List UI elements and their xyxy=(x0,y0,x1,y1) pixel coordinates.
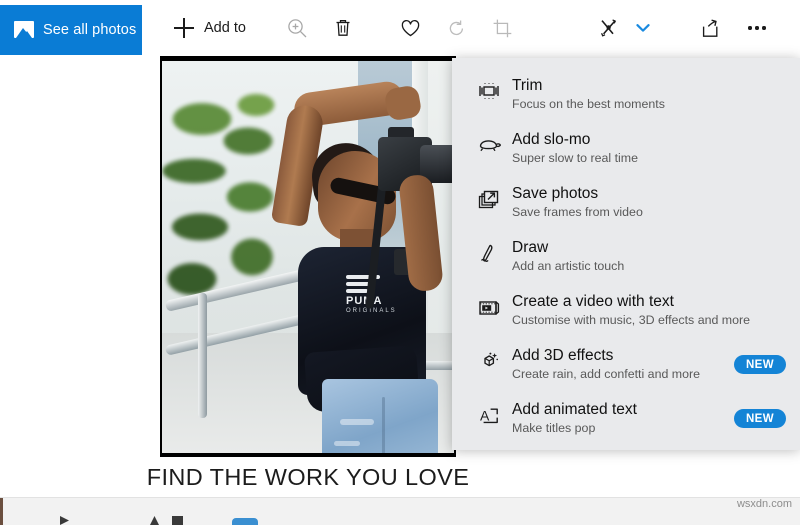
menu-item-trim-title: Trim xyxy=(512,77,543,94)
delete-button[interactable] xyxy=(320,8,366,48)
menu-item-create-video-with-text-subtitle: Customise with music, 3D effects and mor… xyxy=(512,313,751,327)
menu-item-add-animated-text-text: Add animated text Make titles pop xyxy=(508,400,726,437)
photo-railing-post xyxy=(198,293,207,418)
menu-item-create-video-with-text-title: Create a video with text xyxy=(512,293,674,310)
more-options-button[interactable] xyxy=(734,8,780,48)
rotate-button[interactable] xyxy=(434,8,480,48)
edit-create-icon xyxy=(600,19,616,37)
more-dot-2 xyxy=(755,26,759,30)
menu-item-trim-subtitle: Focus on the best moments xyxy=(512,97,665,111)
see-all-photos-label: See all photos xyxy=(43,21,137,38)
picture-icon xyxy=(14,21,34,38)
command-bar: See all photos Add to xyxy=(0,0,800,56)
taskbar-icon-4[interactable] xyxy=(232,518,258,525)
menu-item-add-3d-effects[interactable]: Add 3D effects Create rain, add confetti… xyxy=(452,338,800,392)
plus-icon xyxy=(174,18,194,38)
shirt-logo-word: PUMA xyxy=(346,295,383,307)
rotate-icon xyxy=(450,20,464,35)
pen-icon xyxy=(470,238,508,265)
menu-item-draw-text: Draw Add an artistic touch xyxy=(508,238,786,275)
menu-item-add-slo-mo-subtitle: Super slow to real time xyxy=(512,151,639,165)
crop-button[interactable] xyxy=(480,8,526,48)
menu-item-add-slo-mo[interactable]: Add slo-mo Super slow to real time xyxy=(452,122,800,176)
menu-item-add-animated-text-subtitle: Make titles pop xyxy=(512,421,596,435)
taskbar-icon-3[interactable] xyxy=(172,516,183,525)
share-button[interactable] xyxy=(688,8,734,48)
menu-item-add-animated-text[interactable]: A Add animated text Make titles pop NEW xyxy=(452,392,800,446)
subject-shorts xyxy=(322,379,438,453)
menu-item-save-photos[interactable]: Save photos Save frames from video xyxy=(452,176,800,230)
edit-create-menu: Trim Focus on the best moments Add slo-m… xyxy=(452,58,800,450)
menu-item-save-photos-text: Save photos Save frames from video xyxy=(508,184,786,221)
taskbar-edge xyxy=(0,498,3,525)
watermark: wsxdn.com xyxy=(736,498,792,510)
menu-item-add-slo-mo-text: Add slo-mo Super slow to real time xyxy=(508,130,786,167)
more-dot-3 xyxy=(762,26,766,30)
crop-icon xyxy=(494,19,512,37)
menu-item-add-slo-mo-title: Add slo-mo xyxy=(512,131,591,148)
chevron-down-icon xyxy=(636,24,650,32)
menu-item-draw-subtitle: Add an artistic touch xyxy=(512,259,625,273)
cube-sparkle-icon xyxy=(470,346,508,373)
svg-text:A: A xyxy=(480,408,490,424)
shorts-detail-1 xyxy=(340,419,374,425)
trim-icon xyxy=(470,76,508,101)
zoom-icon xyxy=(288,19,307,38)
favourite-button[interactable] xyxy=(388,8,434,48)
menu-item-trim-text: Trim Focus on the best moments xyxy=(508,76,786,113)
see-all-photos-button[interactable]: See all photos xyxy=(0,4,142,55)
menu-item-draw[interactable]: Draw Add an artistic touch xyxy=(452,230,800,284)
photo-image[interactable]: PUMA ORIGINALS xyxy=(162,61,454,453)
menu-item-add-3d-effects-title: Add 3D effects xyxy=(512,347,614,364)
share-icon xyxy=(703,19,718,37)
heart-icon xyxy=(402,19,420,36)
subject-hand xyxy=(383,84,423,122)
zoom-button[interactable] xyxy=(274,8,320,48)
menu-item-add-3d-effects-subtitle: Create rain, add confetti and more xyxy=(512,367,701,381)
menu-item-save-photos-subtitle: Save frames from video xyxy=(512,205,643,219)
menu-item-create-video-with-text[interactable]: Create a video with text Customise with … xyxy=(452,284,800,338)
taskbar-icon-1[interactable] xyxy=(60,516,69,525)
photo-caption-text: FIND THE WORK YOU LOVE xyxy=(146,463,470,490)
edit-create-button[interactable] xyxy=(586,8,632,48)
edit-create-menu-list: Trim Focus on the best moments Add slo-m… xyxy=(452,58,800,446)
edit-create-dropdown-button[interactable] xyxy=(632,8,654,48)
menu-item-trim[interactable]: Trim Focus on the best moments xyxy=(452,68,800,122)
logo-stripe-3 xyxy=(346,289,368,293)
menu-item-create-video-with-text-text: Create a video with text Customise with … xyxy=(508,292,786,329)
menu-item-save-photos-title: Save photos xyxy=(512,185,599,202)
menu-item-add-animated-text-title: Add animated text xyxy=(512,401,637,418)
shorts-detail-2 xyxy=(334,441,360,446)
menu-item-draw-title: Draw xyxy=(512,239,549,256)
menu-item-add-3d-effects-badge: NEW xyxy=(733,355,786,374)
save-photos-icon xyxy=(470,184,508,211)
add-to-label: Add to xyxy=(204,20,246,36)
add-to-button[interactable]: Add to xyxy=(168,8,252,48)
photo-caption: FIND THE WORK YOU LOVE xyxy=(147,457,469,497)
shorts-detail-3 xyxy=(382,397,385,453)
video-text-icon xyxy=(470,292,508,319)
shirt-logo-sub: ORIGINALS xyxy=(346,308,397,314)
photo-subject: PUMA ORIGINALS xyxy=(254,79,454,453)
taskbar-icon-2[interactable] xyxy=(150,516,159,525)
photos-app-window: See all photos Add to PUMA ORIGINALS FIN… xyxy=(0,0,800,525)
turtle-icon xyxy=(470,130,508,153)
more-dot-1 xyxy=(748,26,752,30)
bottom-taskbar xyxy=(0,497,800,525)
menu-item-add-3d-effects-text: Add 3D effects Create rain, add confetti… xyxy=(508,346,726,383)
delete-icon xyxy=(336,20,350,36)
menu-item-add-animated-text-badge: NEW xyxy=(733,409,786,428)
animated-text-icon: A xyxy=(470,400,508,427)
